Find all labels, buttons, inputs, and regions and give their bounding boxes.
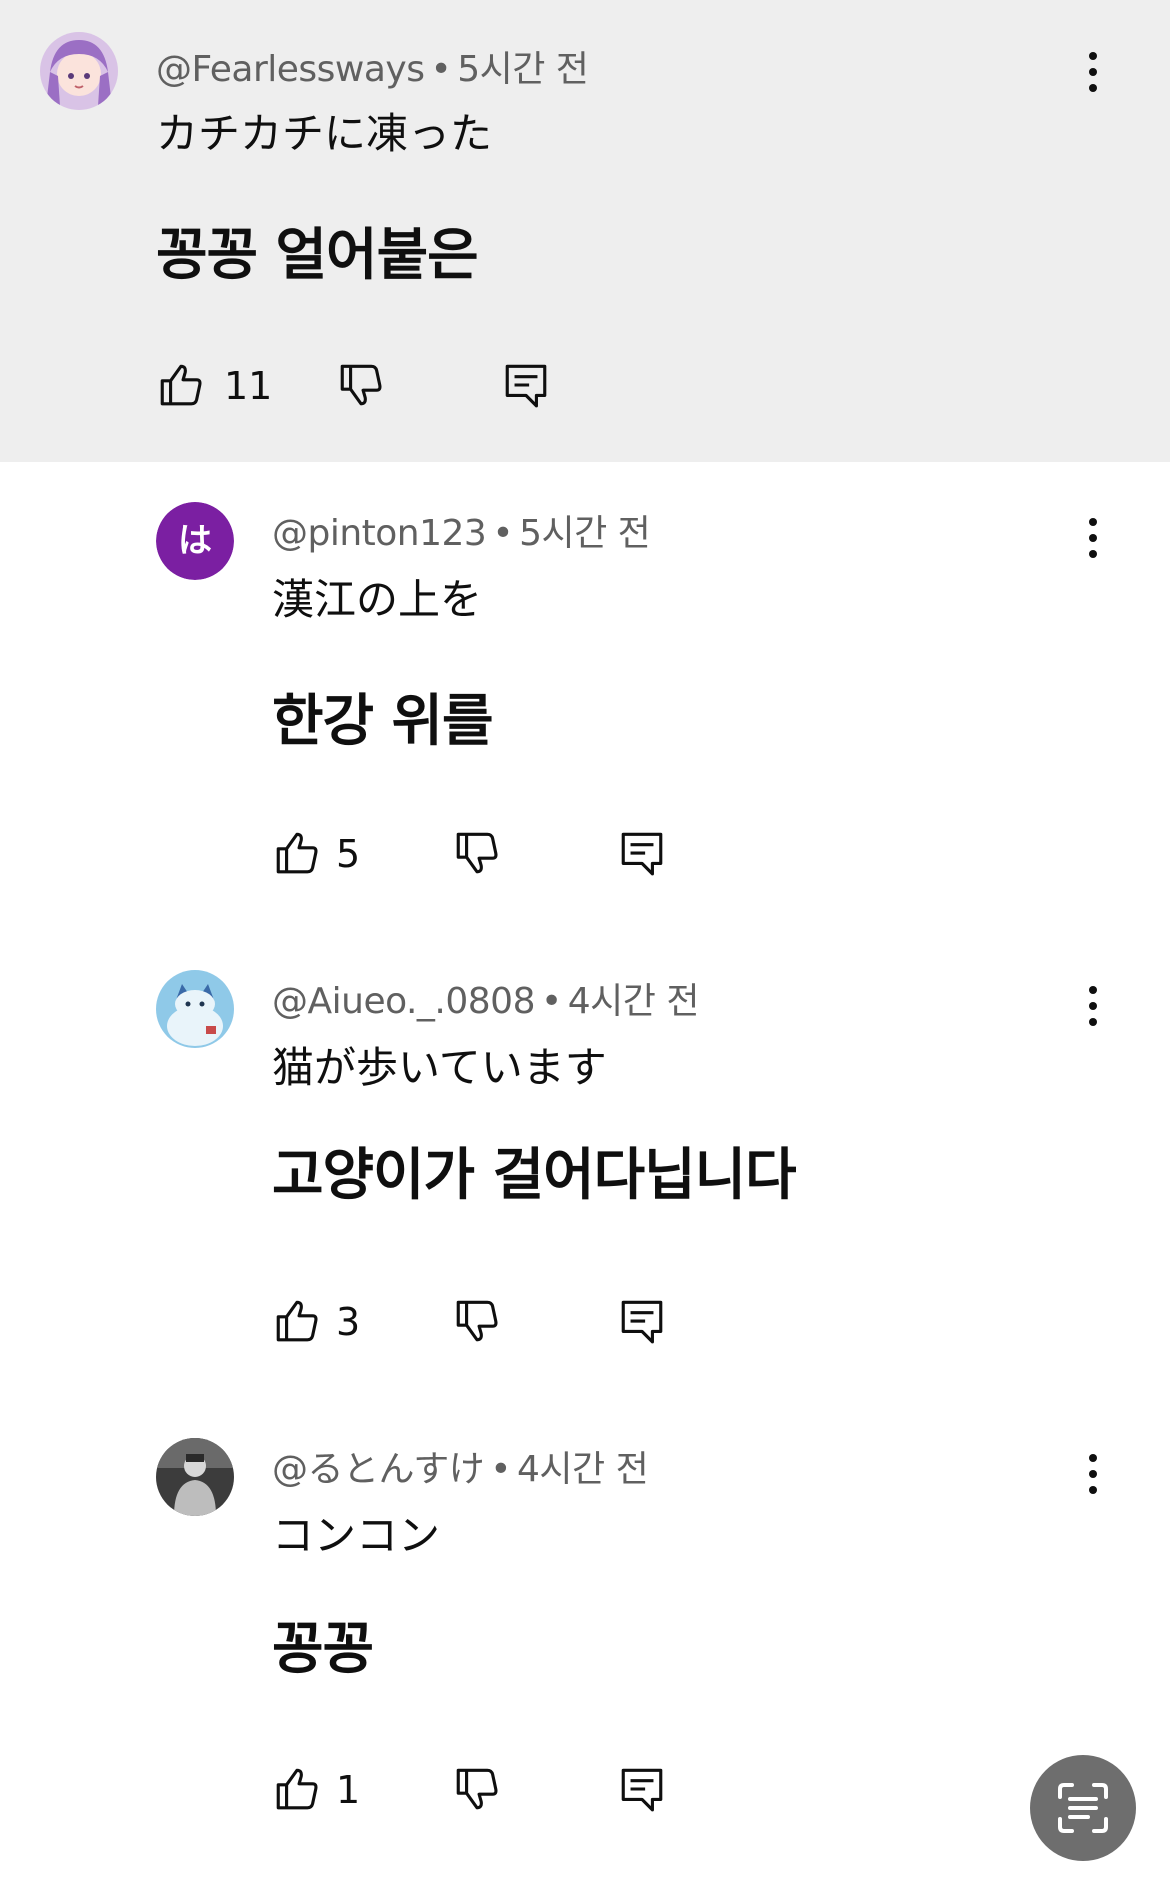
meta-separator: • xyxy=(492,513,514,554)
meta-separator: • xyxy=(541,981,562,1022)
comment-meta: @るとんすけ • 4시간 전 xyxy=(272,1440,649,1492)
reply-icon[interactable] xyxy=(501,360,551,410)
comment-author[interactable]: @るとんすけ xyxy=(272,1449,485,1490)
comment-time: 5시간 전 xyxy=(457,49,589,90)
comment-actions: 5 xyxy=(272,828,692,888)
dislike-icon[interactable] xyxy=(336,360,386,410)
like-icon[interactable] xyxy=(272,1296,322,1346)
dislike-icon[interactable] xyxy=(452,1296,502,1346)
comment-meta: @Aiueo._.0808 • 4시간 전 xyxy=(272,972,699,1024)
comment-actions: 1 xyxy=(272,1764,692,1824)
comment-text-japanese: 猫が歩いています xyxy=(272,1043,607,1092)
more-vert-icon[interactable] xyxy=(1078,48,1108,98)
more-vert-icon[interactable] xyxy=(1078,514,1108,564)
comment-text-japanese: カチカチに凍った xyxy=(156,109,493,158)
comment-actions: 3 xyxy=(272,1296,692,1356)
comment-text-japanese: コンコン xyxy=(272,1511,441,1560)
person-photo-avatar-icon xyxy=(156,1438,234,1516)
like-count: 5 xyxy=(336,832,361,876)
like-icon[interactable] xyxy=(272,828,322,878)
dislike-icon[interactable] xyxy=(452,828,502,878)
like-icon[interactable] xyxy=(272,1764,322,1814)
scan-text-button[interactable] xyxy=(1030,1755,1136,1861)
reply-icon[interactable] xyxy=(617,828,667,878)
dislike-icon[interactable] xyxy=(452,1764,502,1814)
comment-time: 4시간 전 xyxy=(567,981,700,1022)
avatar[interactable]: は xyxy=(156,502,234,580)
reply-icon[interactable] xyxy=(617,1764,667,1814)
cat-illustration-avatar-icon xyxy=(156,970,234,1048)
scan-text-icon xyxy=(1058,1783,1108,1833)
more-vert-icon[interactable] xyxy=(1078,982,1108,1032)
comment-author[interactable]: @Fearlessways xyxy=(156,49,425,90)
like-icon[interactable] xyxy=(156,360,206,410)
comment-time: 5시간 전 xyxy=(519,513,651,554)
comment-author[interactable]: @pinton123 xyxy=(272,513,487,554)
avatar[interactable] xyxy=(156,970,234,1048)
comment-text-korean: 고양이가 걸어다닙니다 xyxy=(272,1143,797,1208)
comment-item: @るとんすけ • 4시간 전 コンコン 꽁꽁 1 xyxy=(0,1398,1170,1895)
comment-text-korean: 꽁꽁 얼어붙은 xyxy=(156,223,479,288)
comment-item: @Fearlessways • 5시간 전 カチカチに凍った 꽁꽁 얼어붙은 11 xyxy=(0,0,1170,462)
comment-text-korean: 한강 위를 xyxy=(272,689,494,754)
like-count: 11 xyxy=(224,364,273,408)
comment-item: @Aiueo._.0808 • 4시간 전 猫が歩いています 고양이가 걸어다닙니다… xyxy=(0,930,1170,1398)
avatar-letter: は xyxy=(178,521,212,561)
comment-author[interactable]: @Aiueo._.0808 xyxy=(272,981,536,1022)
comment-meta: @pinton123 • 5시간 전 xyxy=(272,504,651,556)
comment-item: は @pinton123 • 5시간 전 漢江の上を 한강 위를 5 xyxy=(0,462,1170,930)
more-vert-icon[interactable] xyxy=(1078,1450,1108,1500)
avatar[interactable] xyxy=(156,1438,234,1516)
comment-text-japanese: 漢江の上を xyxy=(272,575,483,624)
comment-actions: 11 xyxy=(156,360,556,420)
like-count: 3 xyxy=(336,1300,361,1344)
meta-separator: • xyxy=(430,49,452,90)
like-count: 1 xyxy=(336,1768,361,1812)
comment-time: 4시간 전 xyxy=(517,1449,649,1490)
meta-separator: • xyxy=(490,1449,512,1490)
reply-icon[interactable] xyxy=(617,1296,667,1346)
comment-text-korean: 꽁꽁 xyxy=(272,1617,374,1682)
avatar[interactable] xyxy=(40,32,118,110)
comment-meta: @Fearlessways • 5시간 전 xyxy=(156,40,589,92)
anime-girl-avatar-icon xyxy=(40,32,118,110)
